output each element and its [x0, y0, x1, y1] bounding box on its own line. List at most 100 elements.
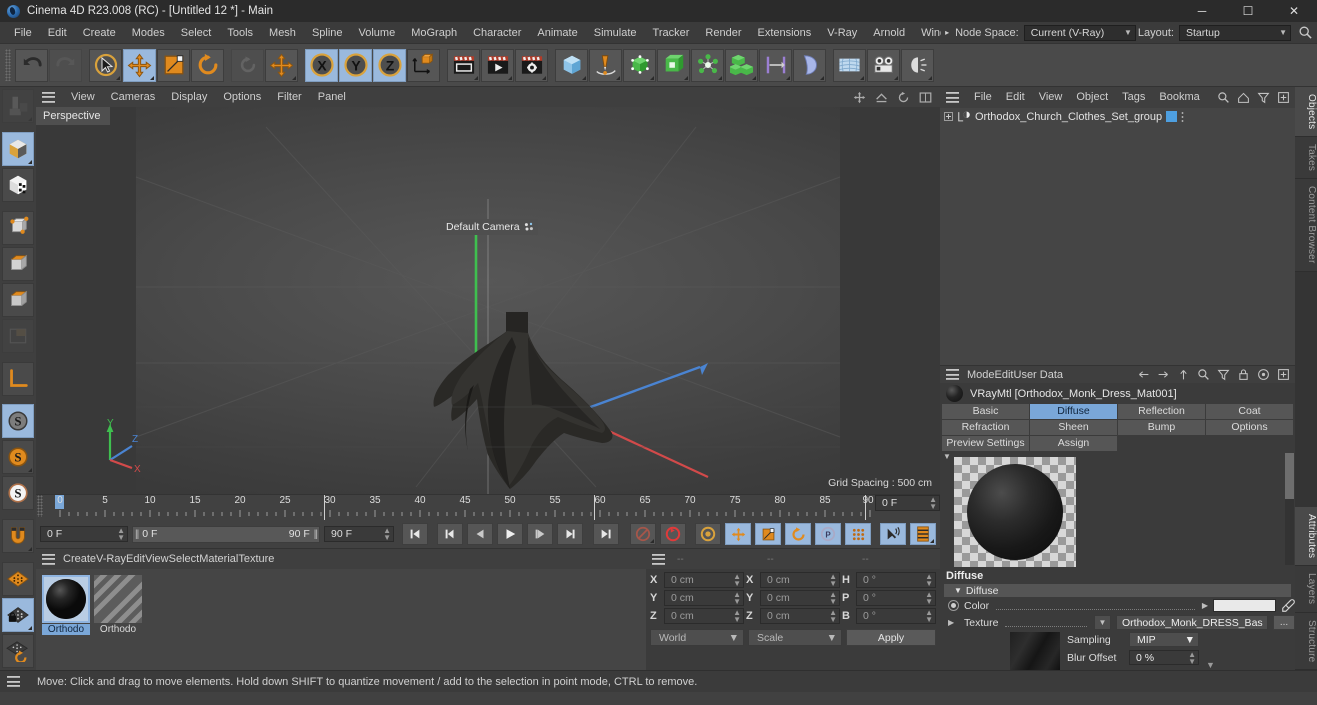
viewport-menu-panel[interactable]: Panel — [310, 87, 354, 107]
home-icon[interactable] — [1237, 91, 1250, 104]
material-swatch-area[interactable]: Orthodo Orthodo — [36, 565, 646, 670]
object-menu-tags[interactable]: Tags — [1115, 87, 1152, 108]
parameter-key-button[interactable]: P — [815, 523, 841, 545]
move-axis-button[interactable] — [265, 48, 298, 82]
menu-extensions[interactable]: Extensions — [749, 22, 819, 44]
texture-mode-button[interactable] — [2, 167, 34, 202]
back-arrow-icon[interactable] — [1137, 368, 1150, 381]
maximize-viewport-icon[interactable] — [919, 91, 932, 104]
material-menu-texture[interactable]: Texture — [238, 553, 274, 565]
menu-simulate[interactable]: Simulate — [586, 22, 645, 44]
object-menu-file[interactable]: File — [967, 87, 999, 108]
workplane-button[interactable] — [2, 561, 34, 596]
timeline-start-field[interactable]: 0 F ▲ ▼ — [40, 526, 128, 542]
search-icon[interactable] — [1298, 25, 1313, 40]
node-space-select[interactable]: Current (V-Ray) ▼ — [1023, 24, 1136, 41]
object-manager-hamburger-icon[interactable] — [946, 92, 959, 103]
motion-spacing-button[interactable] — [759, 48, 792, 82]
step-forward-button[interactable] — [527, 523, 553, 545]
range-left-handle[interactable]: || — [135, 529, 139, 540]
tab-assign[interactable]: Assign — [1030, 435, 1117, 451]
attribute-menu-mode[interactable]: Mode — [967, 369, 995, 381]
status-hamburger-icon[interactable] — [7, 676, 20, 687]
spinner-icon[interactable]: ▲ ▼ — [733, 591, 741, 606]
point-level-animation-button[interactable] — [845, 523, 871, 545]
expand-caret-icon[interactable]: ▶ — [948, 618, 959, 627]
lock-z-axis-button[interactable]: Z — [373, 48, 406, 82]
menu-vray[interactable]: V-Ray — [819, 22, 865, 44]
render-view-button[interactable] — [447, 48, 480, 82]
rotate-view-icon[interactable] — [897, 91, 910, 104]
keyframe-selection-button[interactable] — [695, 523, 721, 545]
camera-object-button[interactable] — [867, 48, 900, 82]
coordinate-system-select[interactable]: World ▼ — [650, 629, 744, 646]
render-settings-button[interactable] — [515, 48, 548, 82]
more-options-caret-icon[interactable]: ▼ — [1206, 660, 1215, 670]
rotation-key-button[interactable] — [785, 523, 811, 545]
size-z-field[interactable]: 0 cm ▲ ▼ — [760, 608, 840, 624]
toolbar-grip[interactable] — [5, 49, 11, 81]
vtab-structure[interactable]: Structure — [1295, 612, 1317, 670]
add-spline-pen-button[interactable] — [589, 48, 622, 82]
range-right-handle[interactable]: || — [314, 529, 318, 540]
menu-select[interactable]: Select — [173, 22, 220, 44]
spinner-icon[interactable]: ▲ ▼ — [383, 527, 391, 542]
tab-preview-settings[interactable]: Preview Settings — [942, 435, 1029, 451]
eyedropper-icon[interactable] — [1281, 598, 1295, 613]
zoom-view-icon[interactable] — [875, 91, 888, 104]
object-menu-object[interactable]: Object — [1069, 87, 1115, 108]
color-enable-radio[interactable] — [948, 600, 959, 612]
object-tree[interactable]: Orthodox_Church_Clothes_Set_group — [940, 108, 1295, 365]
viewport-menu-display[interactable]: Display — [163, 87, 215, 107]
tab-basic[interactable]: Basic — [942, 403, 1029, 419]
add-panel-icon[interactable] — [1277, 91, 1290, 104]
render-to-picture-viewer-button[interactable] — [481, 48, 514, 82]
material-menu-vray[interactable]: V-Ray — [96, 553, 126, 565]
lock-workplane-button[interactable] — [2, 597, 34, 632]
menu-arnold[interactable]: Arnold — [865, 22, 913, 44]
color-swatch[interactable] — [1213, 599, 1276, 613]
attribute-scrollbar[interactable] — [1285, 452, 1294, 565]
record-active-objects-button[interactable] — [630, 523, 656, 545]
timeline-ruler[interactable]: 0 5 10 15 20 25 30 35 40 45 50 55 60 65 … — [47, 495, 874, 520]
spinner-icon[interactable]: ▲ ▼ — [925, 609, 933, 624]
object-dots-icon[interactable] — [1181, 111, 1185, 122]
attribute-hamburger-icon[interactable] — [946, 369, 959, 381]
add-panel-icon[interactable] — [1277, 368, 1290, 381]
object-menu-view[interactable]: View — [1032, 87, 1070, 108]
layout-select[interactable]: Startup ▼ — [1179, 24, 1291, 41]
viewport-menu-options[interactable]: Options — [215, 87, 269, 107]
texture-thumbnail[interactable] — [1010, 632, 1060, 670]
rotate-alt-button[interactable] — [231, 48, 264, 82]
scale-tool-button[interactable] — [157, 48, 190, 82]
spinner-icon[interactable]: ▲ ▼ — [733, 573, 741, 588]
menu-modes[interactable]: Modes — [124, 22, 173, 44]
collapse-caret-icon[interactable]: ▼ — [943, 452, 951, 461]
add-cube-button[interactable] — [555, 48, 588, 82]
play-button[interactable] — [497, 523, 523, 545]
material-item[interactable]: Orthodo — [84, 565, 152, 635]
menu-file[interactable]: File — [6, 22, 40, 44]
spinner-icon[interactable]: ▲ ▼ — [117, 527, 125, 542]
attribute-menu-user-data[interactable]: User Data — [1014, 369, 1064, 381]
spinner-icon[interactable]: ▲ ▼ — [829, 573, 837, 588]
tab-sheen[interactable]: Sheen — [1030, 419, 1117, 435]
texture-name-field[interactable]: Orthodox_Monk_DRESS_Bas — [1116, 615, 1268, 631]
scale-key-button[interactable] — [755, 523, 781, 545]
menu-overflow-arrow-icon[interactable]: ▸ — [941, 28, 953, 37]
boole-object-button[interactable] — [657, 48, 690, 82]
apply-button[interactable]: Apply — [846, 629, 936, 646]
rot-h-field[interactable]: 0 ° ▲ ▼ — [856, 572, 936, 588]
position-key-button[interactable] — [725, 523, 751, 545]
model-mode-button[interactable] — [2, 131, 34, 166]
size-x-field[interactable]: 0 cm ▲ ▼ — [760, 572, 840, 588]
tab-coat[interactable]: Coat — [1206, 403, 1293, 419]
lock-x-axis-button[interactable]: X — [305, 48, 338, 82]
lock-icon[interactable] — [1237, 368, 1250, 381]
subdivision-surface-button[interactable] — [623, 48, 656, 82]
magnet-tool-button[interactable] — [2, 519, 34, 554]
tab-diffuse[interactable]: Diffuse — [1030, 403, 1117, 419]
viewport-hamburger-icon[interactable] — [42, 91, 55, 103]
pos-z-field[interactable]: 0 cm ▲ ▼ — [664, 608, 744, 624]
sky-object-button[interactable] — [833, 48, 866, 82]
